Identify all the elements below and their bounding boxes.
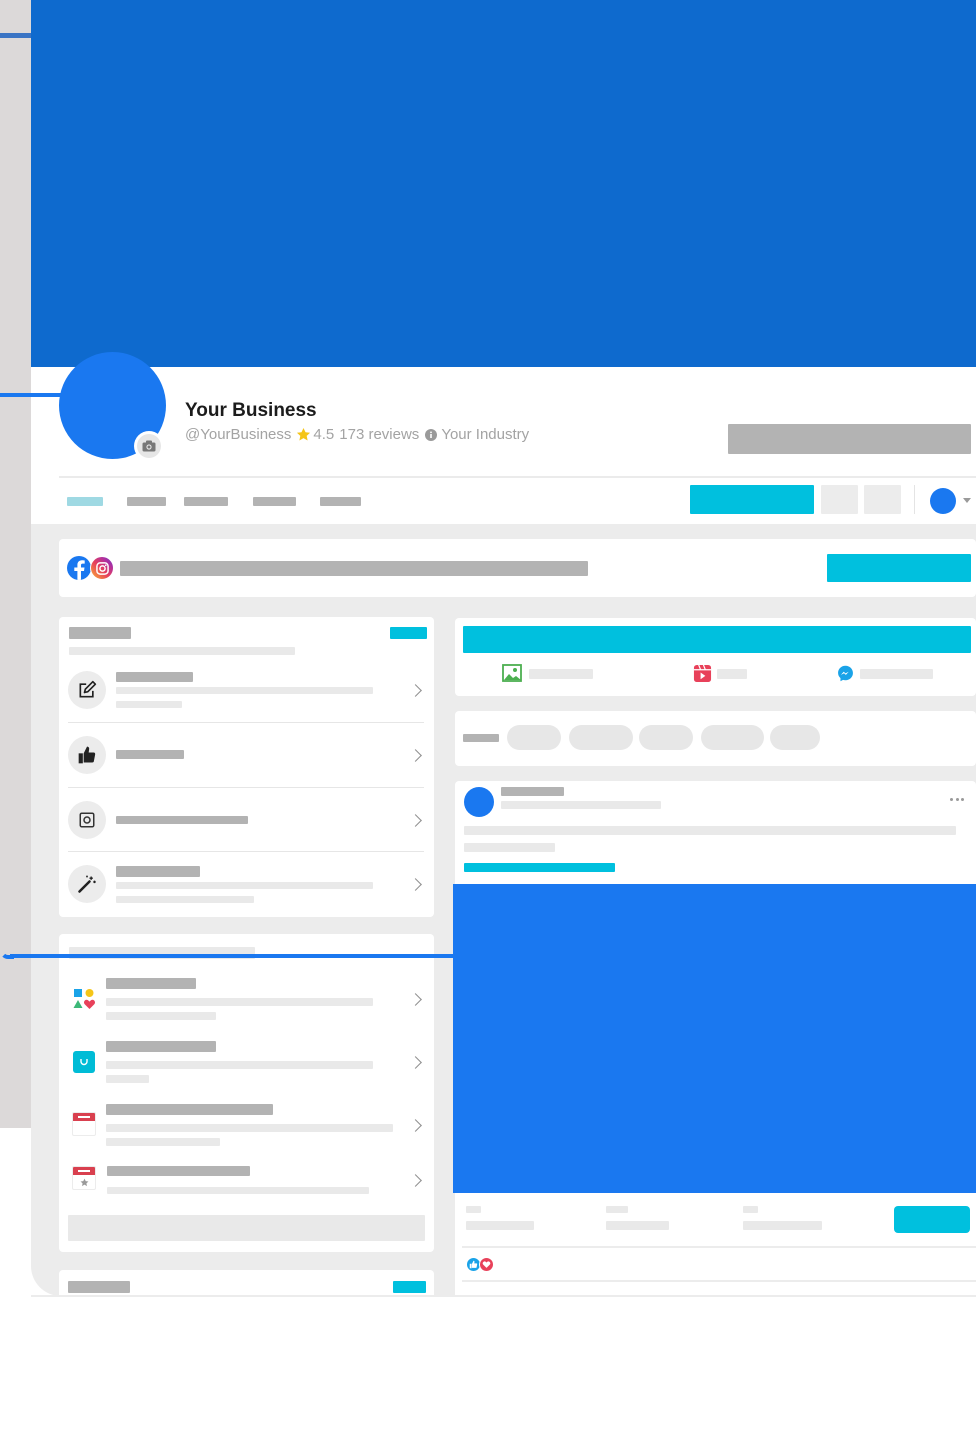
shapes-icon bbox=[72, 987, 96, 1011]
calendar-star-icon bbox=[72, 1166, 96, 1190]
tool-desc-placeholder bbox=[107, 1187, 369, 1194]
thumbs-up-icon bbox=[68, 736, 106, 774]
stat-value-placeholder bbox=[743, 1221, 822, 1230]
stat-value-placeholder bbox=[606, 1221, 669, 1230]
messenger-icon[interactable] bbox=[837, 665, 854, 682]
tab-4[interactable] bbox=[253, 497, 296, 506]
dropdown-caret-icon[interactable] bbox=[963, 498, 971, 503]
stat-label-placeholder bbox=[606, 1206, 628, 1213]
post-author-avatar[interactable] bbox=[464, 787, 494, 817]
task-desc-placeholder bbox=[116, 687, 373, 694]
account-avatar[interactable] bbox=[930, 488, 956, 514]
tab-active[interactable] bbox=[67, 497, 103, 506]
filter-chip[interactable] bbox=[569, 725, 633, 750]
post-divider bbox=[462, 1246, 976, 1248]
boost-post-button[interactable] bbox=[894, 1206, 970, 1233]
tool-title-placeholder bbox=[106, 978, 196, 989]
tool-desc-placeholder bbox=[106, 1061, 373, 1069]
see-all-button[interactable] bbox=[68, 1215, 425, 1241]
tab-5[interactable] bbox=[320, 497, 361, 506]
post-image[interactable] bbox=[453, 884, 976, 1193]
tool-desc-placeholder bbox=[106, 1012, 216, 1020]
profile-meta: @YourBusiness 4.5 173 reviews Your Indus… bbox=[185, 426, 529, 443]
tab-3[interactable] bbox=[184, 497, 228, 506]
connect-text-placeholder bbox=[120, 561, 588, 576]
stat-label-placeholder bbox=[466, 1206, 481, 1213]
shopping-bag-icon bbox=[73, 1051, 95, 1073]
connector-line-avatar bbox=[0, 393, 62, 397]
card-subtitle-placeholder bbox=[69, 647, 295, 655]
tool-desc-placeholder bbox=[106, 1075, 149, 1083]
task-title-placeholder bbox=[116, 750, 184, 759]
industry-label: Your Industry bbox=[441, 426, 530, 443]
messenger-label-placeholder bbox=[860, 669, 933, 679]
card-title-placeholder bbox=[69, 627, 131, 639]
reel-label-placeholder bbox=[717, 669, 747, 679]
tool-title-placeholder bbox=[106, 1041, 216, 1052]
rating-value: 4.5 bbox=[313, 426, 335, 443]
magic-wand-icon bbox=[68, 865, 106, 903]
photo-icon[interactable] bbox=[502, 664, 522, 682]
profile-handle: @YourBusiness bbox=[185, 426, 292, 443]
left-rail bbox=[0, 0, 31, 1128]
primary-action-button[interactable] bbox=[690, 485, 814, 514]
camera-icon bbox=[137, 434, 161, 458]
love-reaction-icon[interactable] bbox=[479, 1257, 494, 1272]
stat-label-placeholder bbox=[743, 1206, 758, 1213]
secondary-button-2[interactable] bbox=[864, 485, 901, 514]
tool-title-placeholder bbox=[107, 1166, 250, 1176]
cover-photo bbox=[31, 0, 976, 367]
list-divider bbox=[68, 787, 424, 788]
filter-label-placeholder bbox=[463, 734, 499, 742]
post-link-placeholder[interactable] bbox=[464, 863, 615, 872]
more-icon[interactable] bbox=[950, 798, 964, 802]
header-action-placeholder[interactable] bbox=[728, 424, 971, 454]
post-author-placeholder bbox=[501, 787, 564, 796]
task-title-placeholder bbox=[116, 672, 193, 682]
connect-button[interactable] bbox=[827, 554, 971, 582]
instagram-outline-icon bbox=[68, 801, 106, 839]
create-post-button[interactable] bbox=[463, 626, 971, 653]
filter-chip[interactable] bbox=[507, 725, 561, 750]
calendar-icon bbox=[72, 1112, 96, 1136]
list-divider bbox=[68, 722, 424, 723]
task-title-placeholder bbox=[116, 866, 200, 877]
photo-label-placeholder bbox=[529, 669, 593, 679]
task-desc-placeholder bbox=[116, 896, 254, 903]
tool-desc-placeholder bbox=[106, 1138, 220, 1146]
nav-separator bbox=[914, 485, 915, 514]
filter-chip[interactable] bbox=[701, 725, 764, 750]
header-divider bbox=[59, 476, 976, 478]
bottom-edge bbox=[31, 1295, 976, 1297]
tool-desc-placeholder bbox=[106, 1124, 393, 1132]
task-desc-placeholder bbox=[116, 882, 373, 889]
camera-button[interactable] bbox=[134, 431, 164, 461]
facebook-icon bbox=[67, 556, 91, 580]
page-title: Your Business bbox=[185, 400, 317, 421]
filter-chip[interactable] bbox=[770, 725, 820, 750]
card-action-placeholder[interactable] bbox=[393, 1281, 426, 1293]
card-title-placeholder bbox=[68, 1281, 130, 1293]
post-text-placeholder bbox=[464, 826, 956, 835]
star-icon bbox=[297, 427, 311, 441]
tab-2[interactable] bbox=[127, 497, 166, 506]
connector-line-middle bbox=[10, 954, 455, 958]
post-text-placeholder bbox=[464, 843, 555, 852]
info-icon bbox=[425, 428, 438, 441]
post-time-placeholder bbox=[501, 801, 661, 809]
reel-icon[interactable] bbox=[693, 664, 712, 683]
list-divider bbox=[68, 851, 424, 852]
secondary-button-1[interactable] bbox=[821, 485, 858, 514]
task-title-placeholder bbox=[116, 816, 248, 824]
edit-icon bbox=[68, 671, 106, 709]
task-desc-placeholder bbox=[116, 701, 182, 708]
post-divider bbox=[462, 1280, 976, 1282]
tool-desc-placeholder bbox=[106, 998, 373, 1006]
instagram-icon bbox=[90, 556, 114, 580]
stat-value-placeholder bbox=[466, 1221, 534, 1230]
reviews-link[interactable]: 173 reviews bbox=[339, 426, 419, 443]
filter-chip[interactable] bbox=[639, 725, 693, 750]
card-action-placeholder[interactable] bbox=[390, 627, 427, 639]
tool-title-placeholder bbox=[106, 1104, 273, 1115]
